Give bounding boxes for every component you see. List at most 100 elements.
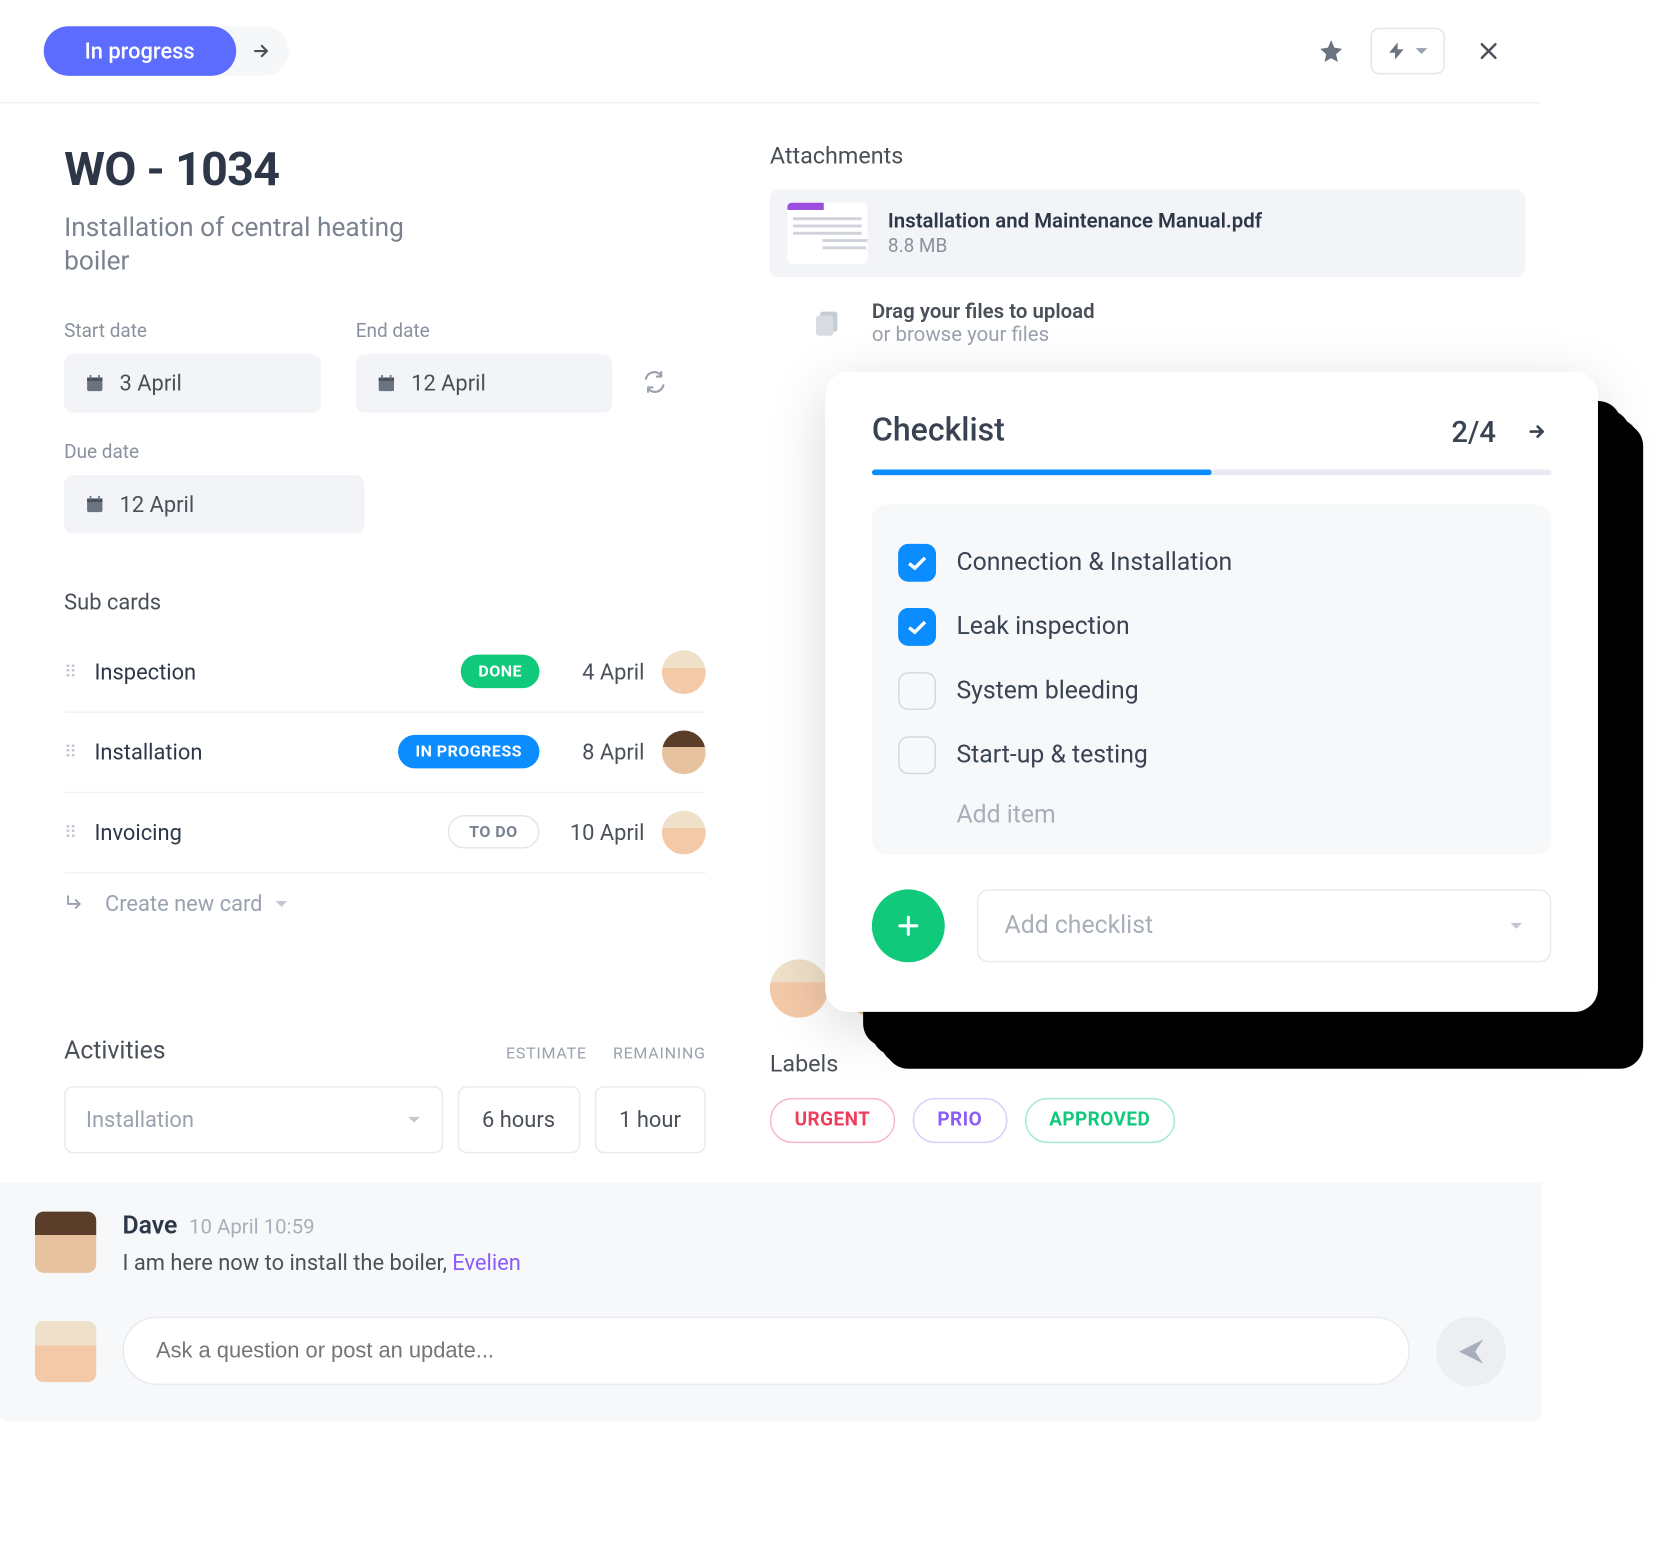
arrow-turn-icon [64,892,87,915]
subcard-row[interactable]: ⠿ Invoicing TO DO 10 April [64,793,706,873]
arrow-right-icon[interactable] [1522,421,1551,441]
progress-bar [872,469,1551,475]
calendar-icon [376,373,396,393]
star-icon[interactable] [1318,38,1344,64]
assignee-avatar[interactable] [770,959,828,1017]
activities-title: Activities [64,1036,165,1065]
add-checklist-placeholder: Add checklist [1005,911,1154,940]
caret-down-icon [1509,921,1524,930]
checklist-item[interactable]: Start-up & testing [898,723,1525,787]
close-icon[interactable] [1471,39,1506,62]
caret-down-icon [406,1115,421,1124]
checklist-item-label: Start-up & testing [956,741,1147,770]
due-date-label: Due date [64,441,706,463]
subcard-name: Installation [94,739,380,765]
end-date-label: End date [356,320,613,342]
drag-handle-icon[interactable]: ⠿ [64,662,77,682]
label-approved[interactable]: APPROVED [1024,1098,1175,1143]
comment: Dave 10 April 10:59 I am here now to ins… [35,1211,1506,1275]
workorder-subtitle: Installation of central heating boiler [64,211,472,279]
drag-handle-icon[interactable]: ⠿ [64,822,77,842]
caret-down-icon [1414,47,1429,56]
estimate-header: ESTIMATE [506,1044,587,1063]
caret-down-icon [274,899,289,908]
dropzone[interactable]: Drag your files to upload or browse your… [770,300,1525,347]
drop-sublabel: or browse your files [872,324,1095,347]
checklist-item[interactable]: Connection & Installation [898,531,1525,595]
workorder-title: WO - 1034 [64,141,706,196]
attachment-name: Installation and Maintenance Manual.pdf [888,209,1262,232]
remaining-value[interactable]: 1 hour [594,1086,705,1153]
subcard-date: 4 April [557,659,644,685]
checkbox[interactable] [898,608,936,646]
refresh-icon[interactable] [642,369,668,395]
subcards-title: Sub cards [64,589,706,615]
subcard-row[interactable]: ⠿ Installation IN PROGRESS 8 April [64,713,706,793]
mention[interactable]: Evelien [452,1249,521,1275]
label-prio[interactable]: PRIO [913,1098,1007,1143]
checklist-title: Checklist [872,413,1005,449]
files-icon [811,308,843,340]
avatar[interactable] [662,810,706,854]
add-checklist-button[interactable] [872,889,945,962]
calendar-icon [85,494,105,514]
checklist-item-label: System bleeding [956,677,1138,706]
status-badge: DONE [461,655,540,689]
checkbox[interactable] [898,736,936,774]
subcard-name: Inspection [94,659,443,685]
status-pill-wrap: In progress [44,26,288,76]
avatar[interactable] [662,730,706,774]
avatar[interactable] [662,650,706,694]
start-date-input[interactable]: 3 April [64,354,321,412]
checklist-item[interactable]: System bleeding [898,659,1525,723]
checkbox[interactable] [898,672,936,710]
label-urgent[interactable]: URGENT [770,1098,895,1143]
header-bar: In progress [0,0,1541,104]
subcard-row[interactable]: ⠿ Inspection DONE 4 April [64,632,706,712]
bolt-button[interactable] [1371,28,1445,75]
add-item-input[interactable]: Add item [898,787,1525,834]
end-date-value: 12 April [411,370,486,396]
remaining-header: REMAINING [613,1044,706,1063]
due-date-value: 12 April [120,491,195,517]
attachment-row[interactable]: Installation and Maintenance Manual.pdf … [770,190,1525,277]
start-date-label: Start date [64,320,321,342]
create-card-label: Create new card [105,891,263,917]
checklist-item-label: Leak inspection [956,612,1129,641]
comment-time: 10 April 10:59 [189,1216,315,1239]
subcard-date: 10 April [557,819,644,845]
create-card-button[interactable]: Create new card [64,873,706,934]
calendar-icon [85,373,105,393]
send-icon [1455,1335,1487,1367]
send-button[interactable] [1436,1316,1506,1386]
status-pill[interactable]: In progress [44,26,236,76]
comment-text: I am here now to install the boiler, Eve… [122,1249,520,1275]
plus-icon [894,911,923,940]
checkbox[interactable] [898,544,936,582]
drop-label: Drag your files to upload [872,300,1095,323]
comment-avatar[interactable] [35,1211,96,1272]
subcard-date: 8 April [557,739,644,765]
end-date-input[interactable]: 12 April [356,354,613,412]
status-badge: IN PROGRESS [398,735,539,769]
activity-select-value: Installation [86,1106,194,1132]
file-thumbnail [787,203,867,264]
subcard-name: Invoicing [94,819,429,845]
checklist-item[interactable]: Leak inspection [898,595,1525,659]
estimate-value[interactable]: 6 hours [457,1086,580,1153]
attachment-size: 8.8 MB [888,235,1262,257]
activity-select[interactable]: Installation [64,1086,443,1153]
checklist-panel: Checklist 2/4 Connection & Installation [825,372,1598,1012]
progress-fill [872,469,1212,475]
status-badge: TO DO [447,815,539,849]
attachments-title: Attachments [770,141,1525,169]
due-date-input[interactable]: 12 April [64,475,364,533]
arrow-right-icon[interactable] [250,41,270,61]
add-checklist-select[interactable]: Add checklist [977,889,1551,962]
start-date-value: 3 April [120,370,182,396]
compose-avatar [35,1321,96,1382]
checklist-item-label: Connection & Installation [956,548,1232,577]
drag-handle-icon[interactable]: ⠿ [64,742,77,762]
compose-input[interactable] [122,1317,1409,1386]
comment-author: Dave [122,1211,177,1240]
